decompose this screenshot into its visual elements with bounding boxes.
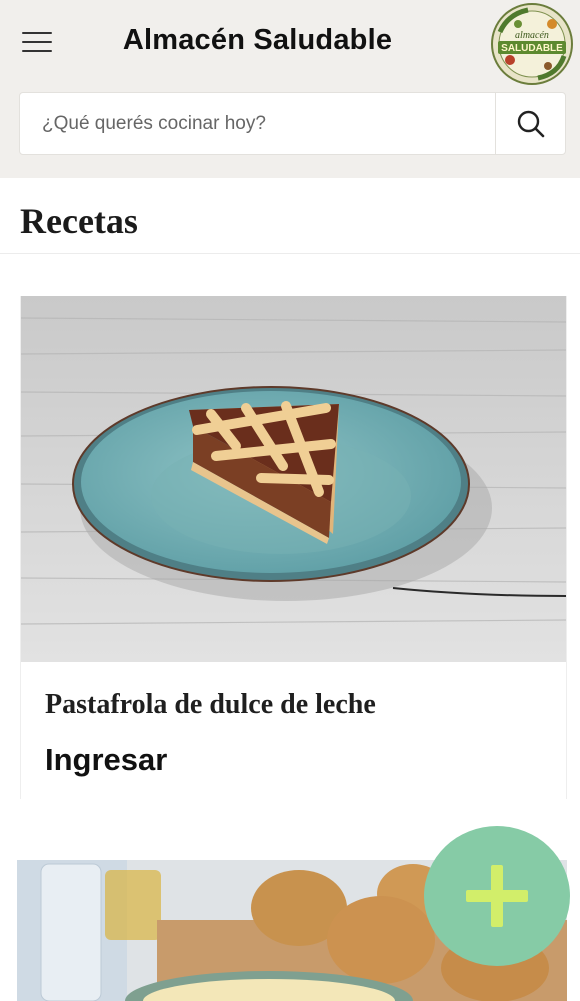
svg-text:almacén: almacén <box>515 30 549 41</box>
section-header: Recetas <box>0 178 580 254</box>
add-fab-button[interactable] <box>424 826 570 966</box>
logo-text: SALUDABLE <box>501 43 563 54</box>
brand-logo[interactable]: SALUDABLE almacén <box>490 2 574 86</box>
recipe-image[interactable] <box>21 296 566 662</box>
enter-recipe-link[interactable]: Ingresar <box>45 742 167 778</box>
top-header: Almacén Saludable SALUDABLE almacén <box>0 0 580 178</box>
search-bar <box>19 92 566 155</box>
page-title: Recetas <box>20 201 138 241</box>
recipe-card[interactable]: Pastafrola de dulce de leche Ingresar <box>20 296 567 799</box>
recipe-title[interactable]: Pastafrola de dulce de leche <box>45 689 376 721</box>
search-input[interactable] <box>20 93 495 154</box>
pie-photo <box>21 296 566 662</box>
search-button[interactable] <box>495 93 565 154</box>
plus-icon <box>466 865 528 927</box>
search-icon <box>517 110 544 137</box>
brand-title[interactable]: Almacén Saludable <box>0 24 515 57</box>
